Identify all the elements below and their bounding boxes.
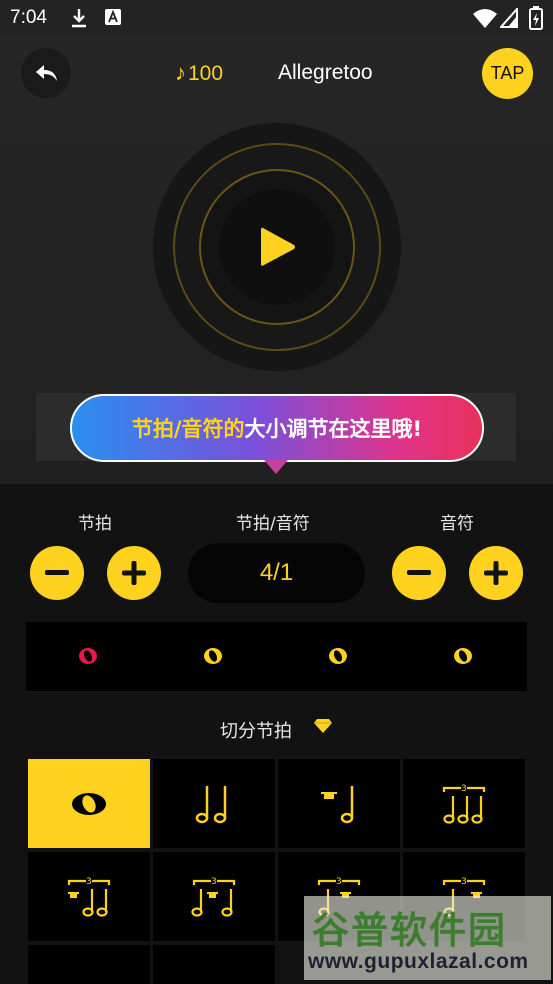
svg-text:3: 3	[211, 877, 217, 887]
tempo-value: 100	[188, 62, 224, 85]
tooltip-text: 大小调节在这里哦!	[244, 417, 423, 441]
undo-arrow-icon	[36, 65, 57, 81]
svg-text:3: 3	[461, 877, 467, 887]
pattern-rest-half-note[interactable]	[278, 759, 400, 848]
ratio-value: 4/1	[188, 543, 365, 603]
syncopation-label: 切分节拍	[220, 721, 292, 742]
download-icon	[72, 9, 86, 28]
minus-icon	[45, 570, 69, 575]
pattern-half-note-triplet[interactable]: 3	[403, 759, 525, 848]
hint-tooltip[interactable]: 节拍/音符的 大小调节在这里哦!	[70, 394, 484, 462]
battery-icon	[529, 6, 543, 30]
half-notes-icon	[195, 785, 227, 823]
pattern-row-partial[interactable]	[153, 945, 275, 984]
pattern-triplet-rest-mid[interactable]: 3	[153, 852, 275, 941]
plus-icon	[484, 561, 508, 585]
svg-text:3: 3	[461, 784, 467, 794]
tempo-display[interactable]: ♪100	[175, 60, 223, 86]
rest-half-note-icon	[321, 785, 354, 823]
status-bar: 7:04	[0, 0, 553, 36]
beat-indicator[interactable]	[453, 646, 473, 666]
ratio-label: 节拍/音符	[236, 514, 310, 534]
note-increase-button[interactable]	[469, 546, 523, 600]
watermark-url: www.gupuxlazal.com	[308, 950, 529, 973]
beat-label: 节拍	[78, 514, 112, 534]
music-note-icon: ♪	[175, 60, 186, 85]
pattern-two-half-notes[interactable]	[153, 759, 275, 848]
play-button[interactable]	[219, 189, 335, 305]
text-a-icon	[105, 9, 121, 25]
signal-icon	[500, 8, 518, 28]
pattern-row-partial[interactable]	[28, 945, 150, 984]
triplet-rest-mid-icon: 3	[191, 877, 236, 917]
beat-indicator-active[interactable]	[78, 646, 98, 666]
tempo-name: Allegretoo	[278, 61, 373, 84]
beat-indicator[interactable]	[203, 646, 223, 666]
beat-decrease-button[interactable]	[30, 546, 84, 600]
note-label: 音符	[440, 514, 474, 534]
pattern-rest-triplet[interactable]: 3	[28, 852, 150, 941]
diamond-icon	[314, 719, 332, 733]
note-decrease-button[interactable]	[392, 546, 446, 600]
rest-triplet-icon: 3	[67, 877, 111, 917]
tooltip-pointer	[264, 460, 288, 474]
watermark-title: 谷普软件园	[312, 909, 507, 952]
svg-text:3: 3	[336, 877, 342, 887]
pattern-whole-note[interactable]	[28, 759, 150, 848]
beat-indicator[interactable]	[328, 646, 348, 666]
watermark: 谷普软件园 www.gupuxlazal.com	[304, 896, 551, 980]
beat-indicator-row	[26, 622, 527, 691]
wifi-icon	[473, 9, 497, 28]
triplet-icon: 3	[442, 784, 486, 824]
back-button[interactable]	[21, 48, 71, 98]
tooltip-highlight: 节拍/音符的	[131, 417, 245, 441]
minus-icon	[407, 570, 431, 575]
status-time: 7:04	[10, 7, 47, 28]
plus-icon	[122, 561, 146, 585]
svg-text:3: 3	[86, 877, 92, 887]
beat-increase-button[interactable]	[107, 546, 161, 600]
play-icon	[261, 227, 295, 266]
tap-button[interactable]: TAP	[482, 48, 533, 99]
whole-note-icon	[72, 792, 106, 815]
